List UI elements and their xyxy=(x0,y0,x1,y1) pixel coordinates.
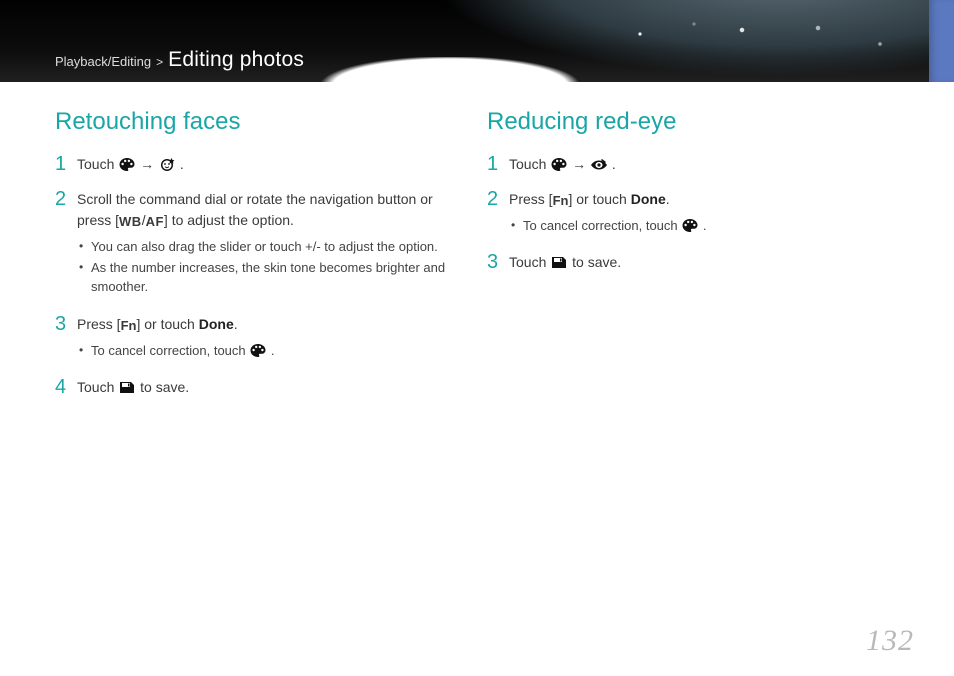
section-title: Reducing red-eye xyxy=(487,108,899,136)
note: To cancel correction, touch . xyxy=(509,217,707,236)
fn-button: Fn xyxy=(553,191,569,211)
step-number: 4 xyxy=(55,377,77,398)
text: . xyxy=(666,191,670,207)
palette-icon xyxy=(550,157,568,172)
text: . xyxy=(271,343,275,358)
step-1: 1 Touch → . xyxy=(55,154,467,175)
text: ] to adjust the option. xyxy=(164,212,294,228)
step-notes: To cancel correction, touch . xyxy=(509,217,707,236)
text: . xyxy=(703,218,707,233)
palette-icon xyxy=(249,343,267,358)
arrow: → xyxy=(572,156,590,172)
text: . xyxy=(234,316,238,332)
text: Touch xyxy=(509,254,550,270)
breadcrumb-title: Editing photos xyxy=(168,48,304,72)
text: Touch xyxy=(77,156,118,172)
note: As the number increases, the skin tone b… xyxy=(77,259,467,297)
text: . xyxy=(612,156,616,172)
step-4: 4 Touch to save. xyxy=(55,377,467,398)
step-notes: To cancel correction, touch . xyxy=(77,342,275,361)
text: to save. xyxy=(140,379,189,395)
step-number: 2 xyxy=(55,189,77,300)
step-3: 3 Touch to save. xyxy=(487,252,899,273)
page-content: Retouching faces 1 Touch → . 2 Scroll th… xyxy=(0,82,954,412)
step-number: 2 xyxy=(487,189,509,238)
page-number: 132 xyxy=(866,624,914,658)
section-retouching-faces: Retouching faces 1 Touch → . 2 Scroll th… xyxy=(55,108,467,412)
fn-button: Fn xyxy=(121,316,137,336)
note: To cancel correction, touch . xyxy=(77,342,275,361)
red-eye-icon xyxy=(590,157,608,172)
step-2: 2 Press [Fn] or touch Done. To cancel co… xyxy=(487,189,899,238)
step-notes: You can also drag the slider or touch +/… xyxy=(77,238,467,298)
step-number: 3 xyxy=(487,252,509,273)
text: Press [ xyxy=(77,316,121,332)
note: You can also drag the slider or touch +/… xyxy=(77,238,467,257)
text: Touch xyxy=(509,156,550,172)
text: to save. xyxy=(572,254,621,270)
step-text: Touch to save. xyxy=(509,252,621,273)
step-text: Touch → . xyxy=(77,154,184,175)
section-title: Retouching faces xyxy=(55,108,467,136)
step-number: 1 xyxy=(487,154,509,175)
done-label: Done xyxy=(199,316,234,332)
step-3: 3 Press [Fn] or touch Done. To cancel co… xyxy=(55,314,467,363)
palette-icon xyxy=(118,157,136,172)
step-1: 1 Touch → . xyxy=(487,154,899,175)
step-text: Press [Fn] or touch Done. To cancel corr… xyxy=(77,314,275,363)
breadcrumb: Playback/Editing > Editing photos xyxy=(55,48,304,72)
save-icon xyxy=(550,255,568,270)
af-button: AF xyxy=(146,212,164,232)
breadcrumb-sep: > xyxy=(156,55,163,69)
done-label: Done xyxy=(631,191,666,207)
step-text: Press [Fn] or touch Done. To cancel corr… xyxy=(509,189,707,238)
text: ] or touch xyxy=(136,316,198,332)
text: ] or touch xyxy=(568,191,630,207)
text: Touch xyxy=(77,379,118,395)
step-2: 2 Scroll the command dial or rotate the … xyxy=(55,189,467,300)
step-text: Touch to save. xyxy=(77,377,189,398)
section-tab xyxy=(929,0,954,82)
save-icon xyxy=(118,380,136,395)
step-text: Scroll the command dial or rotate the na… xyxy=(77,189,467,300)
wb-button: WB xyxy=(119,212,142,232)
text: . xyxy=(180,156,184,172)
text: To cancel correction, touch xyxy=(91,343,249,358)
section-reducing-red-eye: Reducing red-eye 1 Touch → . 2 Press [Fn… xyxy=(487,108,899,412)
breadcrumb-parent: Playback/Editing xyxy=(55,54,151,69)
step-number: 1 xyxy=(55,154,77,175)
face-retouch-icon xyxy=(158,157,176,172)
step-text: Touch → . xyxy=(509,154,616,175)
page-header: Playback/Editing > Editing photos xyxy=(0,0,954,82)
text: Press [ xyxy=(509,191,553,207)
arrow: → xyxy=(140,156,158,172)
text: To cancel correction, touch xyxy=(523,218,681,233)
palette-icon xyxy=(681,218,699,233)
step-number: 3 xyxy=(55,314,77,363)
